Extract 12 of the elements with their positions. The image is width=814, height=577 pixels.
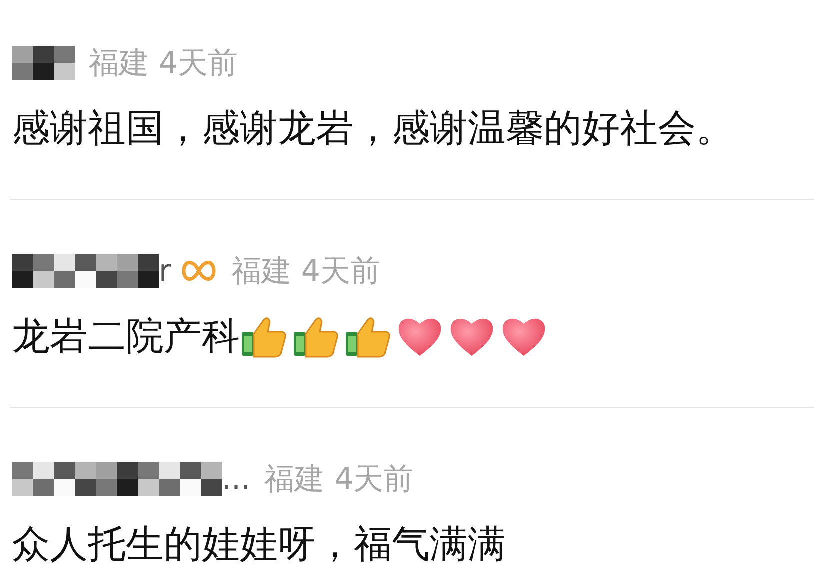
user-name: ... (222, 462, 251, 496)
time-label: 4天前 (159, 44, 238, 82)
comment-text: 龙岩二院产科 (12, 312, 240, 360)
comment-text: 感谢祖国，感谢龙岩，感谢温馨的好社会。 (12, 104, 734, 152)
comment-text: 众人托生的娃娃呀，福气满满 (12, 520, 506, 568)
time-label: 4天前 (334, 460, 414, 498)
pixelated-name (12, 46, 75, 80)
time-label: 4天前 (301, 252, 380, 290)
location-label: 福建 (231, 252, 292, 290)
location-label: 福建 (264, 460, 325, 498)
location-label: 福建 (89, 44, 149, 82)
user-name: r (159, 254, 172, 288)
